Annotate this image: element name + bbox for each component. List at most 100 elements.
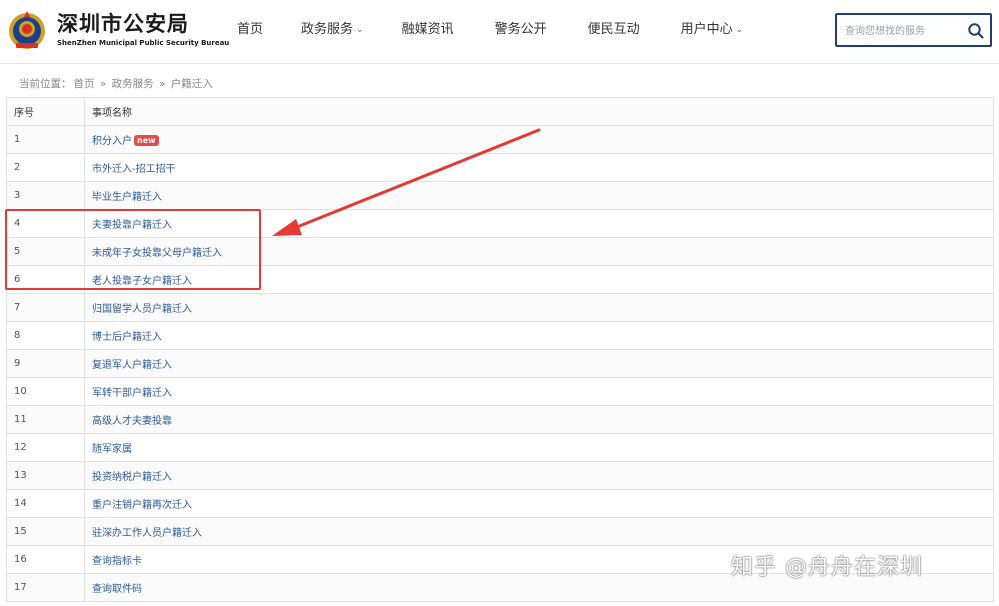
row-name-cell: 未成年子女投靠父母户籍迁入 [84, 237, 994, 266]
service-table: 序号 事项名称 1 积分入户 new 2 市外迁入-招工招干 3 毕业生户籍迁入 … [6, 97, 994, 602]
chevron-down-icon: ⌄ [356, 25, 364, 35]
row-number: 16 [6, 545, 85, 574]
row-number: 10 [6, 377, 85, 406]
row-number: 12 [6, 433, 85, 462]
site-header: 深圳市公安局 ShenZhen Municipal Public Securit… [0, 0, 999, 64]
table-row: 15 驻深办工作人员户籍迁入 [6, 517, 994, 546]
nav-item-user-center[interactable]: 用户中心 ⌄ [681, 18, 744, 42]
service-link[interactable]: 查询取件码 [92, 584, 142, 595]
table-row: 4 夫妻投靠户籍迁入 [6, 209, 994, 238]
service-link[interactable]: 毕业生户籍迁入 [92, 192, 162, 203]
row-number: 14 [6, 489, 85, 518]
table-row: 3 毕业生户籍迁入 [6, 181, 994, 210]
row-name-cell: 积分入户 new [84, 125, 994, 154]
breadcrumb-separator: » [158, 78, 166, 90]
table-row: 14 重户注销户籍再次迁入 [6, 489, 994, 518]
row-name-cell: 老人投靠子女户籍迁入 [84, 265, 994, 294]
table-row: 13 投资纳税户籍迁入 [6, 461, 994, 490]
row-number: 13 [6, 461, 85, 490]
row-name-cell: 毕业生户籍迁入 [84, 181, 994, 210]
row-name-cell: 归国留学人员户籍迁入 [84, 293, 994, 322]
service-link[interactable]: 随军家属 [92, 444, 132, 455]
main-nav: 首页 政务服务 ⌄ 融媒资讯 警务公开 便民互动 用户中心 ⌄ [237, 18, 743, 42]
service-link[interactable]: 夫妻投靠户籍迁入 [92, 220, 172, 231]
row-number: 7 [6, 293, 85, 322]
service-table-container: 序号 事项名称 1 积分入户 new 2 市外迁入-招工招干 3 毕业生户籍迁入 … [6, 97, 994, 602]
nav-item-label: 首页 [237, 22, 264, 37]
service-link[interactable]: 高级人才夫妻投靠 [92, 416, 172, 427]
row-name-cell: 重户注销户籍再次迁入 [84, 489, 994, 518]
breadcrumb-prefix: 当前位置： [19, 78, 72, 90]
service-link[interactable]: 归国留学人员户籍迁入 [92, 304, 192, 315]
breadcrumb: 当前位置： 首页 » 政务服务 » 户籍迁入 [19, 76, 215, 91]
nav-item-label: 政务服务 [301, 22, 354, 37]
table-row: 10 军转干部户籍迁入 [6, 377, 994, 406]
search-input[interactable] [845, 22, 963, 40]
nav-item-police-affairs[interactable]: 警务公开 [495, 18, 547, 42]
nav-item-gov-services[interactable]: 政务服务 ⌄ [301, 18, 364, 42]
nav-item-label: 便民互动 [587, 22, 640, 37]
service-link[interactable]: 老人投靠子女户籍迁入 [92, 276, 192, 287]
service-link[interactable]: 重户注销户籍再次迁入 [92, 500, 192, 511]
row-name-cell: 驻深办工作人员户籍迁入 [84, 517, 994, 546]
row-number: 3 [6, 181, 85, 210]
column-header-number: 序号 [6, 97, 85, 126]
table-row: 8 博士后户籍迁入 [6, 321, 994, 350]
service-link[interactable]: 复退军人户籍迁入 [92, 360, 172, 371]
breadcrumb-gov-services[interactable]: 政务服务 [112, 78, 154, 90]
nav-item-interaction[interactable]: 便民互动 [588, 18, 640, 42]
row-number: 1 [6, 125, 85, 154]
table-row: 11 高级人才夫妻投靠 [6, 405, 994, 434]
table-row: 9 复退军人户籍迁入 [6, 349, 994, 378]
table-row: 1 积分入户 new [6, 125, 994, 154]
search-box [835, 13, 992, 47]
watermark: 知乎 @舟舟在深圳 [731, 555, 923, 580]
table-row: 5 未成年子女投靠父母户籍迁入 [6, 237, 994, 266]
row-name-cell: 博士后户籍迁入 [84, 321, 994, 350]
column-header-item-name: 事项名称 [84, 97, 994, 126]
table-row: 6 老人投靠子女户籍迁入 [6, 265, 994, 294]
row-number: 9 [6, 349, 85, 378]
police-emblem-icon[interactable] [7, 9, 47, 51]
service-link[interactable]: 积分入户 [92, 136, 132, 147]
row-name-cell: 高级人才夫妻投靠 [84, 405, 994, 434]
breadcrumb-current: 户籍迁入 [170, 78, 213, 90]
service-link[interactable]: 查询指标卡 [92, 556, 142, 567]
search-icon[interactable] [967, 22, 985, 40]
row-number: 6 [6, 265, 85, 294]
table-row: 12 随军家属 [6, 433, 994, 462]
new-badge: new [134, 135, 159, 146]
service-link[interactable]: 博士后户籍迁入 [92, 332, 162, 343]
row-number: 5 [6, 237, 85, 266]
row-number: 11 [6, 405, 85, 434]
row-number: 15 [6, 517, 85, 546]
service-link[interactable]: 市外迁入-招工招干 [92, 164, 176, 175]
nav-item-label: 用户中心 [680, 22, 733, 37]
nav-item-home[interactable]: 首页 [237, 18, 263, 42]
breadcrumb-separator: » [99, 78, 107, 90]
nav-item-label: 警务公开 [494, 22, 547, 37]
service-link[interactable]: 驻深办工作人员户籍迁入 [92, 528, 202, 539]
service-link[interactable]: 投资纳税户籍迁入 [92, 472, 172, 483]
row-name-cell: 随军家属 [84, 433, 994, 462]
site-title[interactable]: 深圳市公安局 [57, 8, 189, 38]
nav-item-label: 融媒资讯 [401, 22, 454, 37]
chevron-down-icon: ⌄ [735, 25, 744, 35]
row-number: 2 [6, 153, 85, 182]
row-name-cell: 投资纳税户籍迁入 [84, 461, 994, 490]
row-name-cell: 复退军人户籍迁入 [84, 349, 994, 378]
service-link[interactable]: 未成年子女投靠父母户籍迁入 [92, 248, 222, 259]
service-link[interactable]: 军转干部户籍迁入 [92, 388, 172, 399]
row-name-cell: 市外迁入-招工招干 [84, 153, 994, 182]
table-row: 2 市外迁入-招工招干 [6, 153, 994, 182]
table-row: 7 归国留学人员户籍迁入 [6, 293, 994, 322]
row-name-cell: 军转干部户籍迁入 [84, 377, 994, 406]
row-name-cell: 夫妻投靠户籍迁入 [84, 209, 994, 238]
site-subtitle: ShenZhen Municipal Public Security Burea… [57, 39, 230, 47]
nav-item-media-news[interactable]: 融媒资讯 [402, 18, 454, 42]
breadcrumb-home[interactable]: 首页 [74, 78, 95, 90]
row-number: 8 [6, 321, 85, 350]
row-number: 4 [6, 209, 85, 238]
table-header-row: 序号 事项名称 [6, 97, 994, 126]
row-number: 17 [6, 573, 85, 602]
